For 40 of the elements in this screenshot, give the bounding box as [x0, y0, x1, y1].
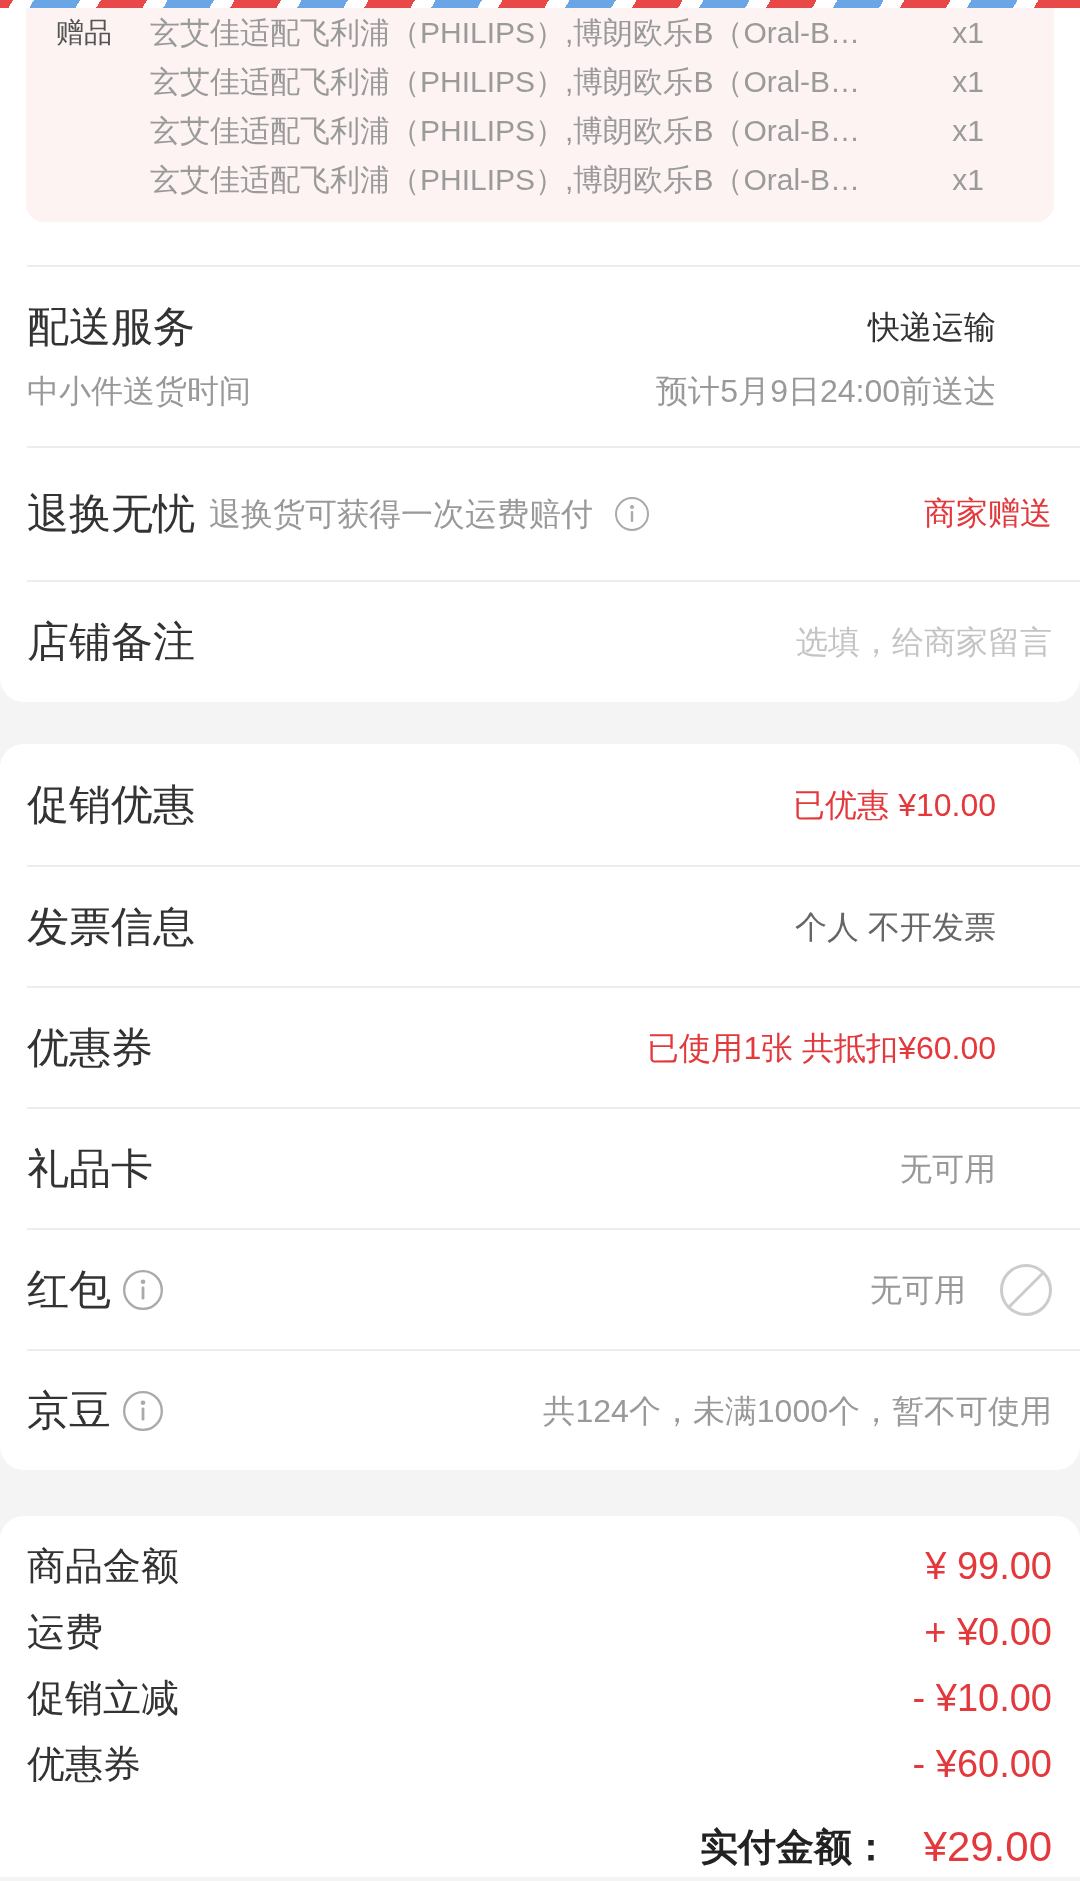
- row-label[interactable]: 优惠券: [27, 1022, 153, 1073]
- gift-quantity: x1: [952, 64, 984, 100]
- return-title: 退换无忧: [27, 489, 195, 539]
- delivery-estimate: 预计5月9日24:00前送达: [656, 372, 996, 411]
- summary-label: 优惠券: [27, 1742, 141, 1787]
- summary-label: 促销立减: [27, 1676, 179, 1721]
- note-input-field[interactable]: 选填，给商家留言: [592, 622, 1052, 662]
- row-value[interactable]: 已使用1张 共抵扣¥60.00: [647, 1027, 996, 1068]
- row-label[interactable]: 促销优惠: [27, 779, 195, 830]
- row-value[interactable]: 已优惠 ¥10.00: [793, 784, 996, 825]
- summary-label: 运费: [27, 1610, 103, 1655]
- info-icon[interactable]: [615, 497, 649, 531]
- return-value: 商家赠送: [924, 494, 1052, 533]
- return-description: 退换货可获得一次运费赔付: [209, 495, 593, 534]
- gift-item-name: 玄艾佳适配飞利浦（PHILIPS）,博朗欧乐B（Oral-B…: [150, 162, 861, 198]
- info-icon[interactable]: [123, 1269, 163, 1310]
- gift-item-name: 玄艾佳适配飞利浦（PHILIPS）,博朗欧乐B（Oral-B…: [150, 15, 861, 51]
- summary-label: 商品金额: [27, 1544, 179, 1589]
- row-label[interactable]: 京豆: [27, 1385, 111, 1436]
- gift-item-name: 玄艾佳适配飞利浦（PHILIPS）,博朗欧乐B（Oral-B…: [150, 64, 861, 100]
- summary-amount: ¥ 99.00: [925, 1544, 1052, 1589]
- delivery-time-label: 中小件送货时间: [27, 372, 251, 411]
- row-value[interactable]: 个人 不开发票: [795, 906, 996, 947]
- row-label[interactable]: 红包: [27, 1264, 111, 1315]
- summary-amount: - ¥10.00: [912, 1676, 1052, 1721]
- gift-quantity: x1: [952, 15, 984, 51]
- total-amount: ¥29.00: [923, 1823, 1052, 1871]
- gift-item-name: 玄艾佳适配飞利浦（PHILIPS）,博朗欧乐B（Oral-B…: [150, 113, 861, 149]
- gift-quantity: x1: [952, 113, 984, 149]
- delivery-title: 配送服务: [27, 302, 195, 352]
- gift-label: 赠品: [55, 16, 112, 50]
- row-label[interactable]: 发票信息: [27, 901, 195, 952]
- row-label[interactable]: 礼品卡: [27, 1143, 153, 1194]
- summary-amount: - ¥60.00: [912, 1742, 1052, 1787]
- info-icon[interactable]: [123, 1390, 163, 1431]
- note-title: 店铺备注: [27, 617, 195, 667]
- gift-quantity: x1: [952, 162, 984, 198]
- delivery-method[interactable]: 快递运输: [868, 307, 996, 347]
- total-label: 实付金额：: [699, 1825, 890, 1870]
- summary-amount: + ¥0.00: [924, 1610, 1052, 1655]
